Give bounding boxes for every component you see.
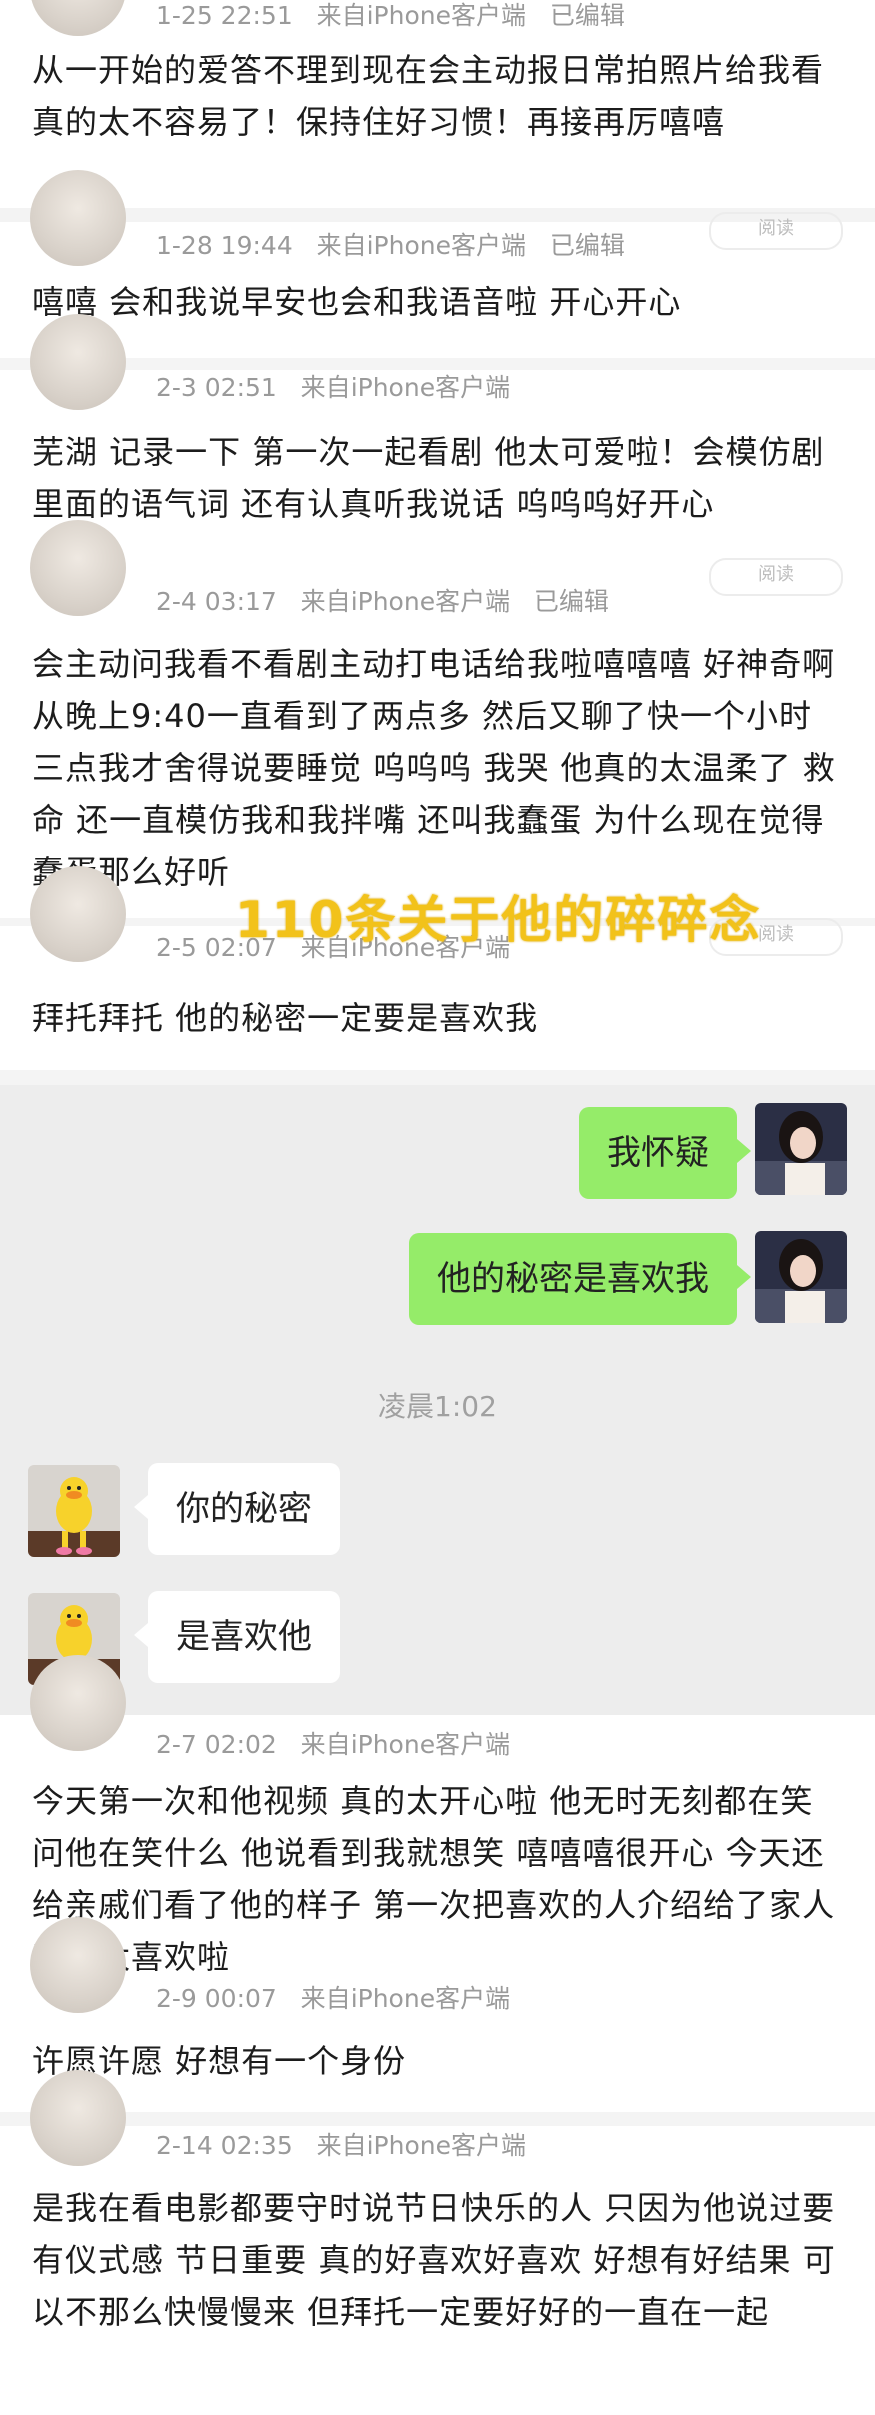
chat-bubble-mine[interactable]: 他的秘密是喜欢我 — [409, 1233, 751, 1325]
read-button[interactable]: 阅读 — [709, 212, 843, 250]
edited-label[interactable]: 已编辑 — [550, 231, 625, 260]
post-time: 2-3 02:51 — [156, 373, 277, 402]
weibo-post: 2-9 00:07 来自iPhone客户端 许愿许愿 好想有一个身份 — [0, 1917, 875, 2123]
watermark-caption: 110条关于他的碎碎念 — [235, 891, 762, 949]
post-source[interactable]: iPhone客户端 — [367, 2131, 526, 2160]
post-source[interactable]: iPhone客户端 — [367, 231, 526, 260]
source-prefix: 来自 — [316, 1, 367, 30]
post-body: 从一开始的爱答不理到现在会主动报日常拍照片给我看 真的太不容易了！保持住好习惯！… — [32, 51, 825, 141]
post-body: 是我在看电影都要守时说节日快乐的人 只因为他说过要有仪式感 节日重要 真的好喜欢… — [32, 2189, 836, 2331]
edited-label[interactable]: 已编辑 — [534, 587, 609, 616]
source-prefix: 来自 — [300, 373, 351, 402]
chat-bubble-mine[interactable]: 我怀疑 — [579, 1107, 751, 1199]
weibo-post: 2-14 02:35 来自iPhone客户端 是我在看电影都要守时说节日快乐的人… — [0, 2070, 875, 2415]
post-source[interactable]: iPhone客户端 — [351, 587, 510, 616]
edited-label[interactable]: 已编辑 — [550, 1, 625, 30]
post-body: 会主动问我看不看剧主动打电话给我啦嘻嘻嘻 好神奇啊 从晚上9:40一直看到了两点… — [32, 645, 836, 891]
post-body: 嘻嘻 会和我说早安也会和我语音啦 开心开心 — [32, 283, 682, 321]
chat-timestamp: 凌晨1:02 — [378, 1390, 497, 1423]
post-time: 2-7 02:02 — [156, 1730, 277, 1759]
post-body: 芜湖 记录一下 第一次一起看剧 他太可爱啦！会模仿剧里面的语气词 还有认真听我说… — [32, 433, 825, 523]
girl-photo-avatar-icon[interactable] — [755, 1231, 847, 1323]
post-time: 2-14 02:35 — [156, 2131, 293, 2160]
source-prefix: 来自 — [300, 587, 351, 616]
source-prefix: 来自 — [316, 231, 367, 260]
chat-bubble-other[interactable]: 是喜欢他 — [134, 1591, 340, 1683]
avatar[interactable] — [30, 866, 126, 962]
avatar[interactable] — [30, 170, 126, 266]
post-meta: 2-7 02:02 来自iPhone客户端 — [156, 1725, 510, 1761]
girl-photo-avatar-icon[interactable] — [755, 1103, 847, 1195]
post-meta: 2-9 00:07 来自iPhone客户端 — [156, 1979, 510, 2015]
weibo-post: 1-25 22:51 来自iPhone客户端 已编辑 从一开始的爱答不理到现在会… — [0, 0, 875, 222]
avatar[interactable] — [30, 1655, 126, 1751]
post-source[interactable]: iPhone客户端 — [351, 1730, 510, 1759]
source-prefix: 来自 — [300, 1730, 351, 1759]
weibo-post: 2-7 02:02 来自iPhone客户端 今天第一次和他视频 真的太开心啦 他… — [0, 1655, 875, 1977]
post-time: 1-28 19:44 — [156, 231, 293, 260]
avatar[interactable] — [30, 314, 126, 410]
post-meta: 1-28 19:44 来自iPhone客户端 已编辑 — [156, 226, 625, 262]
avatar[interactable] — [30, 2070, 126, 2166]
post-body: 今天第一次和他视频 真的太开心啦 他无时无刻都在笑 问他在笑什么 他说看到我就想… — [32, 1782, 836, 1976]
post-time: 2-9 00:07 — [156, 1984, 277, 2013]
post-meta: 2-3 02:51 来自iPhone客户端 — [156, 368, 510, 404]
post-source[interactable]: iPhone客户端 — [351, 1984, 510, 2013]
avatar[interactable] — [30, 520, 126, 616]
post-source[interactable]: iPhone客户端 — [351, 373, 510, 402]
post-time: 2-4 03:17 — [156, 587, 277, 616]
post-meta: 1-25 22:51 来自iPhone客户端 已编辑 — [156, 0, 625, 32]
weibo-post: 阅读 1-28 19:44 来自iPhone客户端 已编辑 嘻嘻 会和我说早安也… — [0, 170, 875, 362]
post-meta: 2-14 02:35 来自iPhone客户端 — [156, 2126, 526, 2162]
post-body: 许愿许愿 好想有一个身份 — [32, 2042, 407, 2080]
avatar[interactable] — [30, 1917, 126, 2013]
post-source[interactable]: iPhone客户端 — [367, 1, 526, 30]
post-time: 1-25 22:51 — [156, 1, 293, 30]
source-prefix: 来自 — [316, 2131, 367, 2160]
read-button[interactable]: 阅读 — [709, 558, 843, 596]
avatar[interactable] — [30, 0, 126, 36]
chat-bubble-other[interactable]: 你的秘密 — [134, 1463, 340, 1555]
weibo-post: 2-3 02:51 来自iPhone客户端 芜湖 记录一下 第一次一起看剧 他太… — [0, 314, 875, 580]
yellow-duck-plush-avatar-icon[interactable] — [28, 1465, 120, 1557]
divider — [0, 1070, 875, 1085]
chat-screenshot: 我怀疑 他的秘密是喜欢我 凌晨1:02 你的秘密 是喜欢他 — [0, 1085, 875, 1715]
source-prefix: 来自 — [300, 1984, 351, 2013]
weibo-post: 阅读 2-4 03:17 来自iPhone客户端 已编辑 会主动问我看不看剧主动… — [0, 520, 875, 922]
post-meta: 2-4 03:17 来自iPhone客户端 已编辑 — [156, 582, 609, 618]
post-body: 拜托拜托 他的秘密一定要是喜欢我 — [32, 999, 539, 1037]
